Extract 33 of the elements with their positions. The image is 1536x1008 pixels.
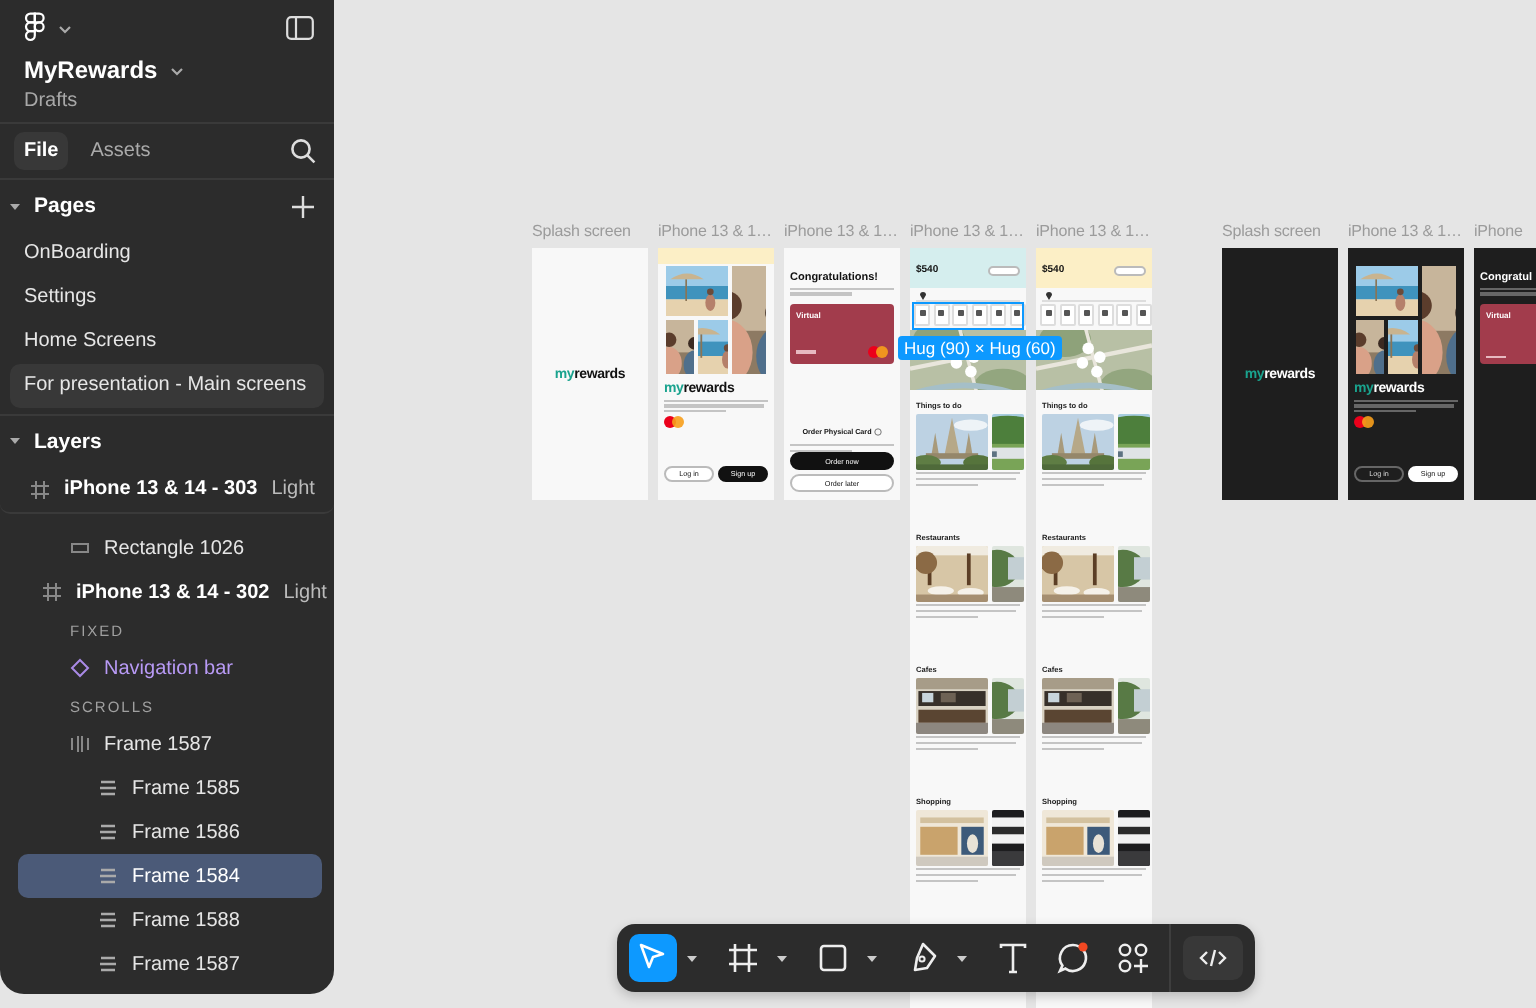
project-location: Drafts [0, 84, 334, 124]
layer-row[interactable]: Frame 1587 [18, 942, 322, 986]
layer-name: Frame 1587 [104, 733, 212, 755]
layer-row[interactable]: Frame 1586 [18, 810, 322, 854]
section-title: Pages [34, 194, 96, 218]
layer-name: Frame 1586 [132, 821, 240, 843]
layer-variant: Light [271, 478, 315, 500]
layer-row[interactable]: iPhone 13 & 14 - 302 Light [18, 570, 322, 614]
layer-row[interactable]: Frame 1585 [18, 766, 322, 810]
page-item[interactable]: Home Screens [10, 320, 324, 364]
section-title: Layers [34, 429, 102, 453]
file-name[interactable]: MyRewards [24, 56, 158, 84]
page-item[interactable]: For presentation - Main screens [10, 364, 324, 408]
layer-row[interactable]: Navigation bar [18, 646, 322, 690]
layer-name: iPhone 13 & 14 - 303 [64, 478, 258, 500]
layer-name: iPhone 13 & 14 - 302 [76, 581, 270, 603]
layer-row[interactable]: Frame 1584 [18, 854, 322, 898]
layer-name: Navigation bar [104, 657, 233, 679]
size-badge: Hug (90) × Hug (60) [898, 336, 1062, 360]
page-item[interactable]: Settings [10, 276, 324, 320]
tab[interactable]: File [14, 132, 69, 170]
layer-row[interactable]: Rectangle 1026 [18, 526, 322, 570]
tab[interactable]: Assets [80, 132, 161, 170]
layer-name: Frame 1584 [132, 865, 240, 887]
page-item[interactable]: OnBoarding [10, 232, 324, 276]
layer-row[interactable]: iPhone 13 & 14 - 303 Light [0, 466, 334, 514]
layer-name: Rectangle 1026 [104, 537, 245, 559]
layer-row[interactable]: Frame 1587 [18, 722, 322, 766]
layer-row[interactable]: Frame 1588 [18, 898, 322, 942]
layer-name: Frame 1588 [132, 909, 240, 931]
layer-name: Frame 1587 [132, 953, 240, 975]
layer-name: Frame 1585 [132, 777, 240, 799]
layer-variant: Light [283, 581, 327, 603]
